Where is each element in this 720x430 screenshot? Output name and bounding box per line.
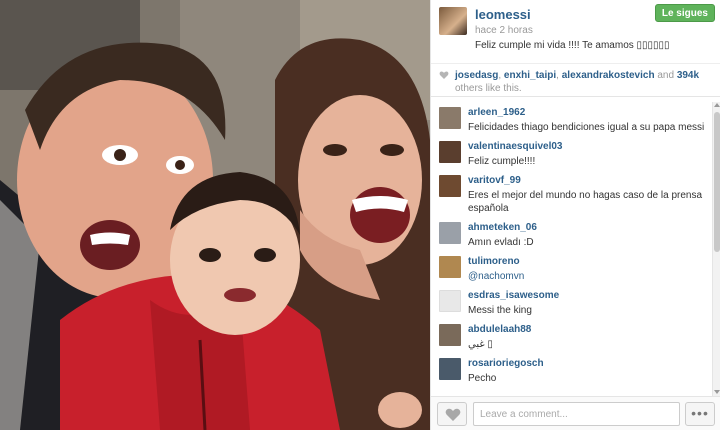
commenter-avatar[interactable] [439, 141, 461, 163]
scroll-up-arrow-icon[interactable] [714, 103, 720, 107]
comment-footer: ••• [431, 396, 720, 430]
comment-text: Eres el mejor del mundo no hagas caso de… [468, 190, 703, 214]
commenter-avatar[interactable] [439, 175, 461, 197]
comment-text: Amın evladı :D [468, 237, 534, 248]
comment-text: Pecho [468, 373, 497, 384]
comment-text: Feliz cumple!!!! [468, 156, 536, 167]
commenter-username[interactable]: rosarioriegosch [468, 358, 544, 369]
comment-item: abdulelaah88 غبي ▯ [431, 319, 720, 353]
scrollbar-thumb[interactable] [714, 112, 720, 252]
comment-item: tulimoreno @nachomvn [431, 251, 720, 285]
commenter-username[interactable]: abdulelaah88 [468, 324, 531, 335]
more-options-button[interactable]: ••• [685, 402, 715, 426]
commenter-username[interactable]: arleen_1962 [468, 107, 525, 118]
post-header: leomessi hace 2 horas Feliz cumple mi vi… [431, 0, 720, 60]
commenter-avatar[interactable] [439, 358, 461, 380]
commenter-username[interactable]: valentinaesquivel03 [468, 141, 563, 152]
comment-text: غبي ▯ [468, 339, 493, 350]
comment-input[interactable] [473, 402, 680, 426]
commenter-username[interactable]: tulimoreno [468, 256, 520, 267]
likes-text: josedasg, enxhi_taipi, alexandrakostevic… [455, 70, 700, 94]
liker-link[interactable]: josedasg [455, 70, 498, 81]
commenter-avatar[interactable] [439, 256, 461, 278]
scroll-down-arrow-icon[interactable] [714, 390, 720, 394]
commenter-username[interactable]: varitovf_99 [468, 175, 521, 186]
family-selfie-image [0, 0, 430, 430]
ellipsis-icon: ••• [691, 405, 709, 421]
following-button[interactable]: Le sigues [654, 4, 715, 22]
comment-item: esdras_isawesome Messi the king [431, 285, 720, 319]
mention-link[interactable]: @nachomvn [468, 270, 706, 283]
likes-count[interactable]: 394k [677, 70, 699, 81]
comments-scrollbar[interactable] [712, 102, 720, 396]
comment-list: arleen_1962 Felicidades thiago bendicion… [431, 102, 720, 396]
heart-icon [445, 408, 461, 421]
post-timestamp[interactable]: hace 2 horas [475, 25, 533, 36]
comment-item: valentinaesquivel03 Feliz cumple!!!! [431, 136, 720, 170]
post-photo[interactable] [0, 0, 430, 430]
post-caption: Feliz cumple mi vida !!!! Te amamos ▯▯▯▯… [475, 40, 670, 51]
commenter-avatar[interactable] [439, 107, 461, 129]
commenter-avatar[interactable] [439, 324, 461, 346]
comment-item: rosarioriegosch Pecho [431, 353, 720, 387]
commenter-username[interactable]: ahmeteken_06 [468, 222, 537, 233]
likes-summary: josedasg, enxhi_taipi, alexandrakostevic… [431, 63, 720, 97]
post-details-panel: leomessi hace 2 horas Feliz cumple mi vi… [430, 0, 720, 430]
like-button[interactable] [437, 402, 467, 426]
author-avatar[interactable] [439, 7, 467, 35]
commenter-username[interactable]: esdras_isawesome [468, 290, 559, 301]
comment-item: ahmeteken_06 Amın evladı :D [431, 217, 720, 251]
comment-text: Felicidades thiago bendiciones igual a s… [468, 122, 705, 133]
comment-item: arleen_1962 Felicidades thiago bendicion… [431, 102, 720, 136]
commenter-avatar[interactable] [439, 222, 461, 244]
commenter-avatar[interactable] [439, 290, 461, 312]
author-username[interactable]: leomessi [475, 7, 531, 22]
heart-icon [439, 71, 449, 79]
liker-link[interactable]: enxhi_taipi [504, 70, 556, 81]
liker-link[interactable]: alexandrakostevich [562, 70, 655, 81]
comment-item: varitovf_99 Eres el mejor del mundo no h… [431, 170, 720, 217]
comment-text: Messi the king [468, 305, 532, 316]
